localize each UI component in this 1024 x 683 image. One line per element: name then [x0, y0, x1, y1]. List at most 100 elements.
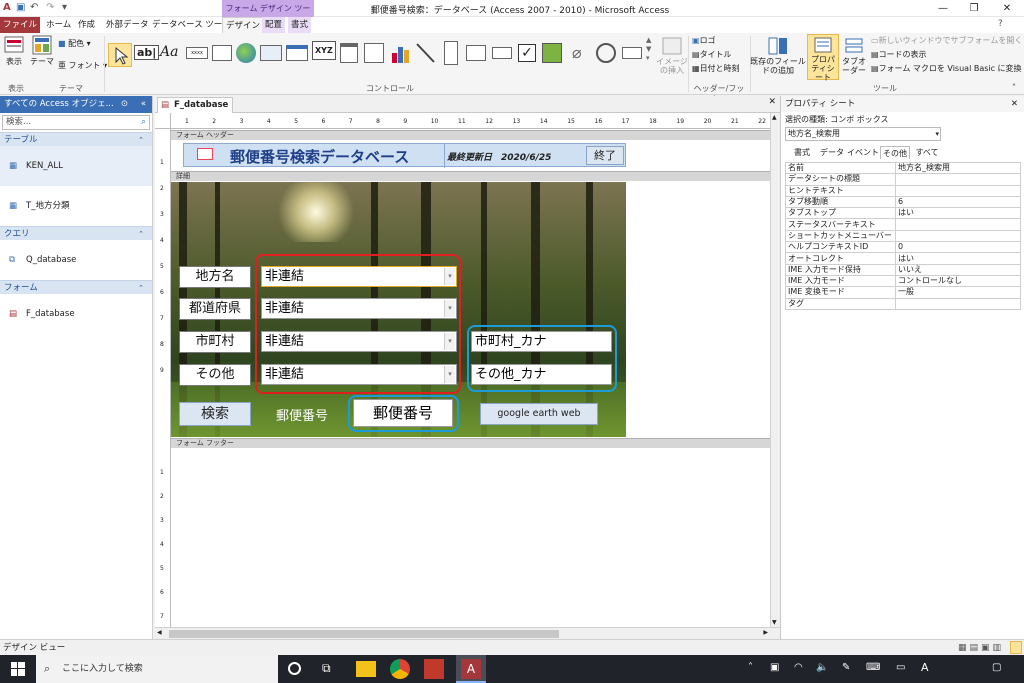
horizontal-scrollbar[interactable]: ◀ ▶: [155, 627, 780, 639]
list-box-tool-icon[interactable]: [466, 45, 486, 61]
property-value[interactable]: [895, 297, 1021, 310]
label-tool-icon[interactable]: Aa: [160, 44, 178, 60]
option-button-tool-icon[interactable]: [596, 43, 616, 63]
form-footer-bar[interactable]: フォーム フッター: [171, 438, 770, 448]
customize-quick-access-icon[interactable]: ▾: [62, 2, 67, 13]
property-value[interactable]: 6: [895, 195, 1021, 209]
insert-image-button[interactable]: イメージの挿入: [656, 37, 688, 75]
tab-property-event[interactable]: イベント: [847, 146, 879, 159]
property-row[interactable]: IME 入力モード コントロールなし: [785, 274, 1021, 288]
line-tool-icon[interactable]: [414, 41, 436, 65]
keyboard-icon[interactable]: ⌨: [866, 662, 880, 673]
form-title[interactable]: 郵便番号検索データベース: [230, 146, 409, 167]
property-value[interactable]: [895, 218, 1021, 231]
chrome-icon[interactable]: [390, 659, 410, 679]
chart-tool-icon[interactable]: [390, 41, 412, 65]
view-switcher-icons[interactable]: ▦▤▣▥: [958, 640, 1004, 656]
property-row[interactable]: 名前 地方名_検索用: [785, 161, 1021, 175]
property-row[interactable]: IME 変換モード 一般: [785, 286, 1021, 299]
exit-button[interactable]: 終了: [586, 146, 624, 165]
other-kana-field[interactable]: その他_カナ: [471, 364, 612, 385]
tablet-icon[interactable]: ▭: [896, 662, 905, 673]
region-combo[interactable]: 非連結 ▾: [261, 266, 457, 287]
unbound-object-tool-icon[interactable]: [542, 43, 562, 63]
colors-button[interactable]: ■ 配色 ▾: [58, 39, 91, 48]
subform-tool-icon[interactable]: [622, 47, 642, 59]
form-header-bar[interactable]: フォーム ヘッダー: [171, 130, 770, 140]
last-updated-label[interactable]: 最終更新日 2020/6/25: [447, 150, 551, 163]
scroll-down-icon[interactable]: ▼: [772, 619, 777, 626]
ime-indicator[interactable]: A: [921, 661, 929, 674]
property-value[interactable]: 一般: [895, 286, 1021, 299]
view-code-button[interactable]: ▤コードの表示: [871, 50, 927, 59]
page-break-tool-icon[interactable]: [340, 43, 358, 63]
chevron-down-icon[interactable]: ▾: [444, 333, 455, 350]
property-value[interactable]: コントロールなし: [895, 274, 1021, 288]
nav-category-forms[interactable]: フォーム ⌃: [0, 280, 152, 294]
select-tool-icon[interactable]: [108, 43, 132, 67]
header-logo-icon[interactable]: [197, 148, 213, 160]
checkbox-tool-icon[interactable]: ✓: [518, 44, 536, 62]
tab-external-data[interactable]: 外部データ: [103, 17, 152, 33]
nav-collapse-icon[interactable]: «: [141, 96, 146, 113]
chevron-down-icon[interactable]: ▾: [444, 366, 455, 383]
detail-bar[interactable]: 詳細: [171, 171, 770, 181]
windows-start-icon[interactable]: [11, 662, 25, 676]
municipality-combo[interactable]: 非連結 ▾: [261, 331, 457, 352]
undo-icon[interactable]: ↶: [30, 2, 38, 13]
subform-new-window-button[interactable]: ▭新しいウィンドウでサブフォームを開く: [871, 36, 1022, 45]
view-button[interactable]: 表示: [2, 35, 26, 66]
tab-arrange[interactable]: 配置: [262, 17, 286, 33]
tab-property-all[interactable]: すべて: [912, 146, 942, 159]
cortana-icon[interactable]: [288, 662, 301, 675]
tab-property-data[interactable]: データ: [817, 146, 847, 159]
nav-item-f-database[interactable]: ▤ F_database: [0, 294, 152, 334]
property-value[interactable]: [895, 229, 1021, 243]
tab-property-format[interactable]: 書式: [789, 146, 815, 159]
tab-design[interactable]: デザイン: [222, 17, 265, 33]
property-row[interactable]: オートコレクト はい: [785, 252, 1021, 265]
vertical-scrollbar[interactable]: ▲ ▼: [770, 113, 780, 627]
convert-macros-button[interactable]: ▤フォーム マクロを Visual Basic に変換: [871, 64, 1022, 73]
close-button[interactable]: ✕: [994, 0, 1020, 17]
tab-create[interactable]: 作成: [75, 17, 98, 33]
fonts-button[interactable]: 亜 フォント ▾: [58, 61, 107, 70]
tab-home[interactable]: ホーム: [43, 17, 74, 33]
minimize-button[interactable]: —: [930, 0, 956, 17]
task-view-icon[interactable]: ⧉: [322, 661, 331, 676]
region-label[interactable]: 地方名: [179, 266, 251, 288]
property-value[interactable]: 0: [895, 241, 1021, 254]
design-view-icon[interactable]: [1010, 641, 1022, 654]
datetime-button[interactable]: ▦日付と時刻: [692, 64, 740, 73]
redo-icon[interactable]: ↷: [46, 2, 54, 13]
tab-format[interactable]: 書式: [288, 17, 312, 33]
nav-search-input[interactable]: 検索... ⌕: [2, 115, 150, 130]
property-row[interactable]: データシートの標題: [785, 173, 1021, 186]
textbox-tool-icon[interactable]: ab|: [134, 45, 160, 60]
property-row[interactable]: タブ移動順 6: [785, 195, 1021, 209]
attachment-tool-icon[interactable]: ⌀: [572, 43, 582, 62]
controls-gallery-scroll[interactable]: ▲ ▼ ▾: [646, 36, 651, 63]
option-group-tool-icon[interactable]: XYZ: [312, 41, 336, 60]
postal-code-label[interactable]: 郵便番号: [276, 405, 328, 424]
add-existing-fields-button[interactable]: 既存のフィールドの追加: [750, 37, 806, 75]
file-explorer-icon[interactable]: [356, 661, 376, 677]
taskbar-search-input[interactable]: ⌕ ここに入力して検索: [36, 655, 278, 683]
property-row[interactable]: ステータスバーテキスト: [785, 218, 1021, 231]
scroll-left-icon[interactable]: ◀: [157, 629, 162, 636]
title-button[interactable]: ▤タイトル: [692, 50, 732, 59]
property-row[interactable]: ヘルプコンテキストID 0: [785, 241, 1021, 254]
access-app-icon[interactable]: [424, 659, 444, 679]
tab-property-other[interactable]: その他: [880, 146, 910, 159]
municipality-label[interactable]: 市町村: [179, 331, 251, 353]
tray-app-icon[interactable]: ▣: [770, 662, 779, 673]
close-document-icon[interactable]: ✕: [768, 97, 776, 107]
selected-control-dropdown[interactable]: 地方名_検索用 ▾: [785, 127, 941, 141]
postal-code-field[interactable]: 郵便番号: [353, 399, 453, 427]
tab-order-button[interactable]: タブオーダー: [840, 37, 868, 75]
web-browser-tool-icon[interactable]: [260, 45, 282, 61]
tab-control-tool-icon[interactable]: [212, 45, 232, 61]
wifi-icon[interactable]: ◠: [794, 662, 803, 673]
municipality-kana-field[interactable]: 市町村_カナ: [471, 331, 612, 352]
property-value[interactable]: はい: [895, 207, 1021, 220]
